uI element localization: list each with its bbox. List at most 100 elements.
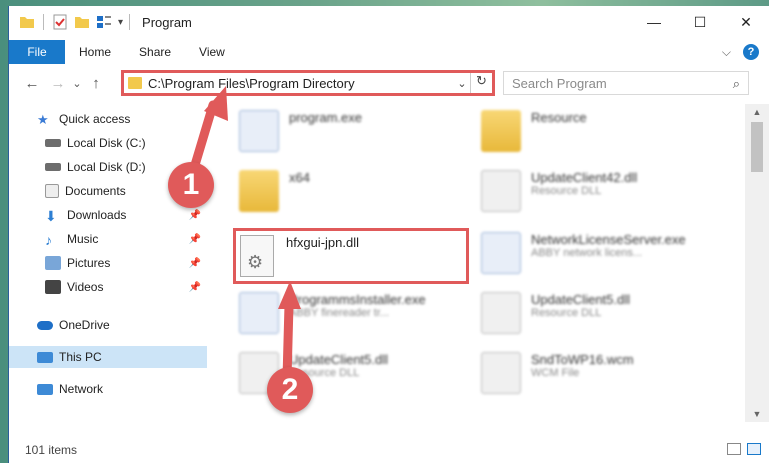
file-item[interactable]: x64 — [239, 170, 310, 212]
title-divider — [129, 14, 131, 30]
folder-icon — [239, 170, 279, 212]
sidebar-item-label: Documents — [65, 184, 126, 198]
sidebar-item-label: Pictures — [67, 256, 111, 270]
sidebar-item-onedrive[interactable]: OneDrive — [9, 314, 207, 336]
back-button[interactable]: ← — [19, 70, 45, 96]
file-type: Resource DLL — [531, 185, 602, 197]
file-item[interactable]: UpdateClient5.dll Resource DLL — [239, 352, 388, 394]
file-item[interactable]: program.exe — [239, 110, 362, 152]
dll-file-icon: ⚙ — [240, 235, 274, 277]
file-item[interactable]: SndToWP16.wcm WCM File — [481, 352, 634, 394]
step-2-badge: 2 — [267, 367, 313, 413]
quick-access-toolbar: ▾ — [9, 14, 123, 30]
highlighted-file-item[interactable]: ⚙ hfxgui-jpn.dll — [233, 228, 469, 284]
file-name: SndToWP16.wcm — [531, 352, 634, 367]
folder-icon — [481, 110, 521, 152]
file-type: ABBY finereader tr... — [289, 307, 390, 319]
file-name: x64 — [289, 170, 310, 185]
sidebar-item-this-pc[interactable]: This PC — [9, 346, 207, 368]
file-type: WCM File — [531, 367, 580, 379]
sidebar-item-local-disk-c[interactable]: Local Disk (C:) ▪ — [9, 132, 207, 154]
recent-locations-icon[interactable]: ⌄ — [71, 70, 83, 96]
item-count: 101 items — [25, 443, 78, 457]
qa-dropdown-icon[interactable]: ▾ — [118, 17, 123, 28]
search-placeholder: Search Program — [512, 75, 607, 91]
help-icon[interactable]: ? — [743, 44, 759, 60]
pin-icon: 📌 — [188, 209, 201, 221]
pin-icon: ▪ — [197, 137, 201, 149]
search-input[interactable]: Search Program ⌕ — [503, 71, 749, 95]
sidebar-item-label: Videos — [67, 280, 104, 294]
tab-file[interactable]: File — [9, 40, 65, 64]
scroll-down-icon[interactable]: ▼ — [745, 406, 769, 422]
sidebar-item-network[interactable]: Network — [9, 378, 207, 400]
pin-icon: 📌 — [188, 233, 201, 245]
folder-icon[interactable] — [19, 14, 35, 30]
pin-icon: 📌 — [188, 257, 201, 269]
gear-icon: ⚙ — [247, 252, 264, 272]
scroll-up-icon[interactable]: ▲ — [745, 104, 769, 120]
scroll-thumb[interactable] — [751, 122, 763, 172]
up-button[interactable]: ↑ — [83, 70, 109, 96]
exe-file-icon — [239, 110, 279, 152]
sidebar-item-label: Network — [59, 382, 104, 396]
customize-toolbar-icon[interactable] — [96, 14, 112, 30]
exe-file-icon — [239, 292, 279, 334]
tab-share[interactable]: Share — [125, 45, 185, 59]
pin-icon: 📌 — [188, 281, 201, 293]
sidebar-item-label: Local Disk (C:) — [67, 136, 146, 150]
close-button[interactable]: ✕ — [723, 6, 769, 38]
sidebar-item-quick-access[interactable]: ★ Quick access — [9, 108, 207, 130]
file-name: NetworkLicenseServer.exe — [531, 232, 686, 247]
file-item[interactable]: NetworkLicenseServer.exe ABBY network li… — [481, 232, 686, 274]
search-icon[interactable]: ⌕ — [733, 76, 740, 92]
file-name: Resource — [531, 110, 587, 125]
new-folder-icon[interactable] — [74, 14, 90, 30]
status-bar: 101 items — [9, 437, 769, 463]
large-icons-view-icon[interactable] — [747, 443, 761, 455]
exe-file-icon — [481, 232, 521, 274]
ribbon-right-controls: ⌵ ? — [722, 44, 759, 60]
address-dropdown-icon[interactable]: ⌄ — [454, 77, 470, 90]
computer-icon — [37, 351, 53, 363]
expand-ribbon-icon[interactable]: ⌵ — [722, 45, 731, 60]
file-name: program.exe — [289, 110, 362, 125]
file-item[interactable]: UpdateClient42.dll Resource DLL — [481, 170, 637, 212]
drive-icon — [45, 139, 61, 147]
cloud-icon — [37, 320, 53, 330]
dll-file-icon — [481, 170, 521, 212]
properties-icon[interactable] — [52, 14, 68, 30]
address-path[interactable]: C:\Program Files\Program Directory — [148, 76, 454, 91]
details-view-icon[interactable] — [727, 443, 741, 455]
file-name: ProgrammsInstaller.exe — [289, 292, 426, 307]
sidebar-item-label: Local Disk (D:) — [67, 160, 146, 174]
file-type: Resource DLL — [531, 307, 602, 319]
tab-view[interactable]: View — [185, 45, 239, 59]
dll-file-icon — [481, 292, 521, 334]
navigation-pane: ★ Quick access Local Disk (C:) ▪ Local D… — [9, 104, 207, 422]
step-1-badge: 1 — [168, 162, 214, 208]
sidebar-item-pictures[interactable]: Pictures 📌 — [9, 252, 207, 274]
toolbar-divider — [43, 14, 44, 30]
tab-home[interactable]: Home — [65, 45, 125, 59]
music-icon: ♪ — [45, 232, 52, 248]
forward-button[interactable]: → — [45, 70, 71, 96]
sidebar-item-label: Quick access — [59, 112, 131, 126]
view-toggle — [727, 443, 761, 455]
vertical-scrollbar[interactable]: ▲ ▼ — [745, 104, 769, 422]
sidebar-item-label: Music — [67, 232, 99, 246]
sidebar-item-music[interactable]: ♪ Music 📌 — [9, 228, 207, 250]
maximize-button[interactable]: ☐ — [677, 6, 723, 38]
address-bar[interactable]: C:\Program Files\Program Directory ⌄ ↻ — [121, 70, 495, 96]
file-item[interactable]: ProgrammsInstaller.exe ABBY finereader t… — [239, 292, 426, 334]
minimize-button[interactable]: — — [631, 6, 677, 38]
refresh-icon[interactable]: ↻ — [470, 73, 492, 93]
ribbon-tabs: File Home Share View ⌵ ? — [9, 40, 769, 64]
sidebar-item-downloads[interactable]: ⬇ Downloads 📌 — [9, 204, 207, 226]
sidebar-item-videos[interactable]: Videos 📌 — [9, 276, 207, 298]
network-icon — [37, 383, 53, 395]
file-item[interactable]: UpdateClient5.dll Resource DLL — [481, 292, 630, 334]
file-name: hfxgui-jpn.dll — [286, 235, 359, 250]
drive-icon — [45, 163, 61, 171]
file-item[interactable]: Resource — [481, 110, 587, 152]
